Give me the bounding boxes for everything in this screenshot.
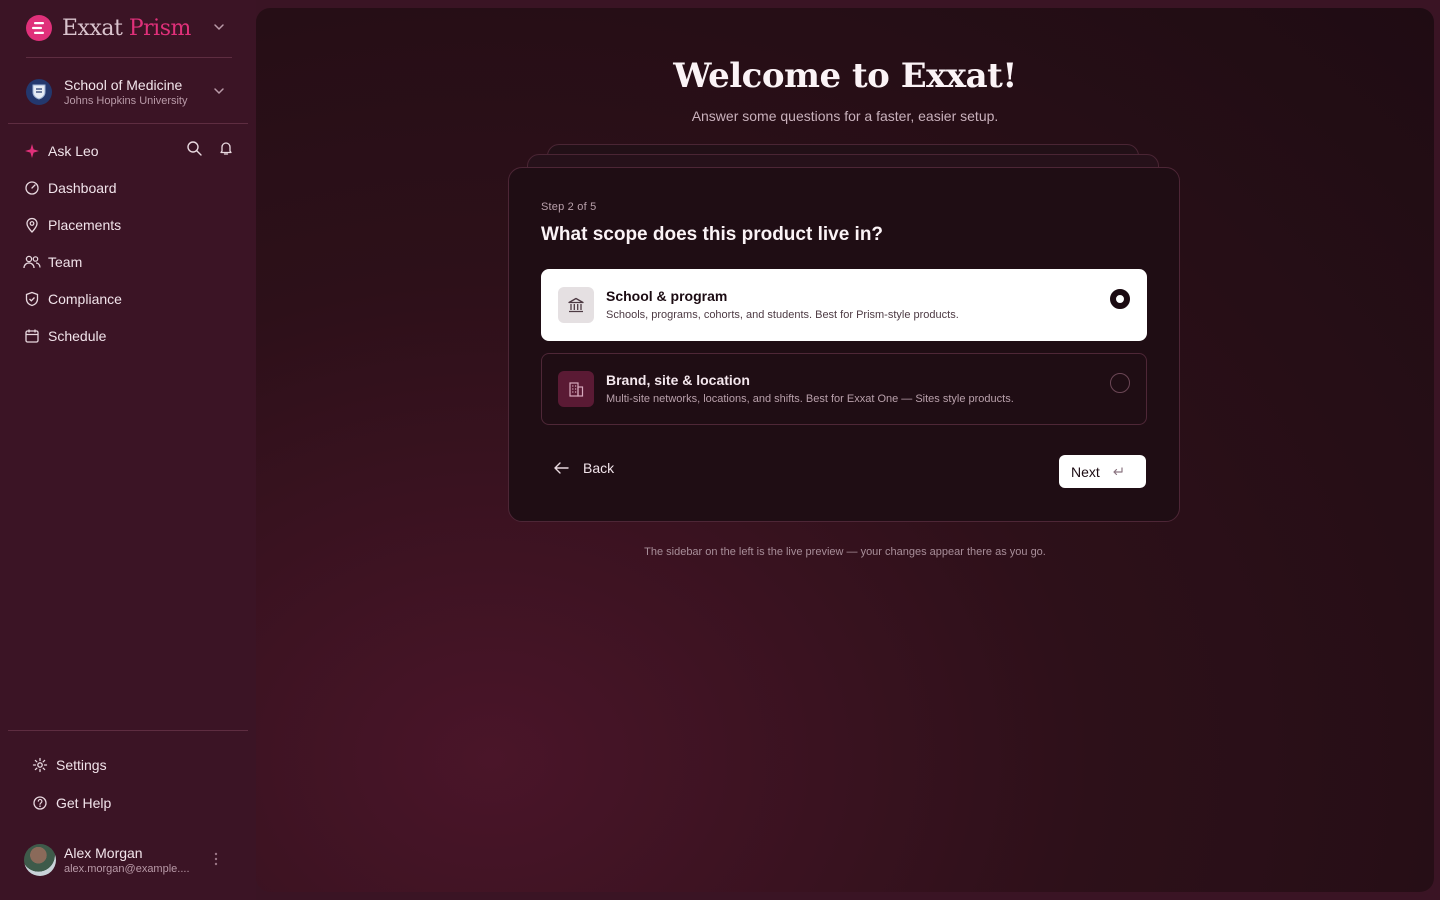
option-description: Schools, programs, cohorts, and students… (606, 309, 959, 321)
sidebar: Exxat Prism School of Medicine Johns Hop… (0, 0, 256, 900)
next-button[interactable]: Next (1059, 455, 1146, 488)
secondary-nav: Settings Get Help (30, 746, 240, 822)
nav-item-label: Settings (56, 757, 107, 773)
nav-item-label: Ask Leo (48, 142, 99, 159)
calendar-icon (22, 326, 42, 346)
arrow-left-icon (553, 461, 569, 475)
option-title: Brand, site & location (606, 372, 750, 388)
nav-item-label: Team (48, 253, 83, 270)
divider (8, 123, 248, 124)
institution-icon (558, 287, 594, 323)
nav-item-ask-leo[interactable]: Ask Leo (22, 132, 240, 169)
option-title: School & program (606, 288, 728, 304)
question-title: What scope does this product live in? (541, 224, 884, 245)
avatar (24, 844, 56, 876)
nav-item-get-help[interactable]: Get Help (30, 784, 240, 822)
enter-key-icon (1112, 466, 1124, 477)
footnote: The sidebar on the left is the live prev… (644, 546, 1046, 558)
nav-item-label: Placements (48, 216, 122, 233)
nav-item-settings[interactable]: Settings (30, 746, 240, 784)
back-button[interactable]: Back (553, 460, 614, 476)
divider (26, 57, 232, 58)
primary-nav: Ask Leo Dashboard Placements Team Compli… (22, 132, 240, 354)
sparkle-icon (22, 141, 42, 161)
radio-selected[interactable] (1110, 289, 1130, 309)
more-vertical-icon[interactable] (214, 852, 218, 869)
user-name: Alex Morgan (64, 844, 143, 861)
user-profile[interactable]: Alex Morgan alex.morgan@example.... (24, 842, 234, 878)
nav-item-label: Schedule (48, 327, 107, 344)
building-icon (558, 371, 594, 407)
option-brand-site-location[interactable]: Brand, site & location Multi-site networ… (541, 353, 1147, 425)
main-panel: Welcome to Exxat! Answer some questions … (256, 8, 1434, 892)
map-pin-icon (22, 215, 42, 235)
option-school-program[interactable]: School & program Schools, programs, coho… (541, 269, 1147, 341)
page-subtitle: Answer some questions for a faster, easi… (691, 108, 999, 124)
school-crest-icon (26, 79, 52, 105)
brand-logo-icon (26, 15, 52, 41)
radio-unselected[interactable] (1110, 373, 1130, 393)
page-title: Welcome to Exxat! (673, 56, 1017, 96)
dashboard-icon (22, 178, 42, 198)
nav-item-label: Get Help (56, 795, 112, 811)
help-icon (30, 793, 50, 813)
team-icon (22, 252, 42, 272)
chevron-down-icon[interactable] (212, 84, 226, 103)
option-description: Multi-site networks, locations, and shif… (606, 393, 1014, 405)
back-label: Back (583, 460, 615, 476)
nav-item-schedule[interactable]: Schedule (22, 317, 240, 354)
gear-icon (30, 755, 50, 775)
user-email: alex.morgan@example.... (64, 862, 190, 875)
nav-item-compliance[interactable]: Compliance (22, 280, 240, 317)
nav-item-dashboard[interactable]: Dashboard (22, 169, 240, 206)
nav-item-label: Dashboard (48, 179, 117, 196)
chevron-down-icon[interactable] (212, 20, 226, 39)
step-indicator: Step 2 of 5 (541, 201, 597, 213)
shield-icon (22, 289, 42, 309)
setup-card: Step 2 of 5 What scope does this product… (508, 167, 1180, 522)
search-icon[interactable] (186, 140, 202, 159)
nav-item-label: Compliance (48, 290, 122, 307)
bell-icon[interactable] (218, 140, 234, 159)
next-label: Next (1071, 463, 1100, 480)
divider (8, 730, 248, 731)
school-switcher[interactable]: School of Medicine Johns Hopkins Univers… (26, 72, 236, 112)
nav-item-placements[interactable]: Placements (22, 206, 240, 243)
brand-name: Exxat Prism (62, 15, 191, 41)
school-university: Johns Hopkins University (64, 94, 188, 107)
school-name: School of Medicine (64, 76, 183, 93)
nav-item-team[interactable]: Team (22, 243, 240, 280)
brand[interactable]: Exxat Prism (26, 14, 191, 42)
